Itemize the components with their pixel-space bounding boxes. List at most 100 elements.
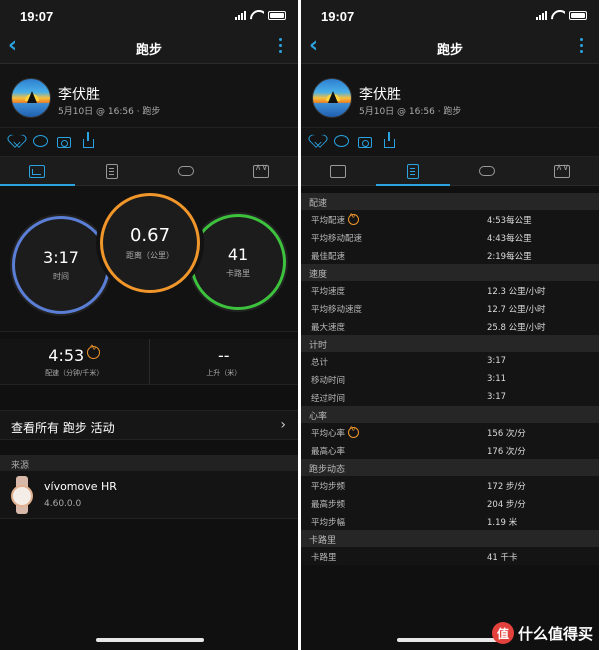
details-row-label: 最高步频 bbox=[311, 498, 345, 510]
details-row-label-text: 平均步幅 bbox=[311, 518, 346, 528]
nav-bar: ‹ 跑步 bbox=[301, 30, 599, 64]
page-title: 跑步 bbox=[135, 43, 162, 58]
pace-stat[interactable]: 4:53 配速（分钟/千米） bbox=[0, 339, 149, 384]
details-row-value: 12.3 公里/小时 bbox=[487, 287, 546, 297]
pace-label: 配速（分钟/千米） bbox=[45, 369, 104, 377]
tab-details[interactable] bbox=[75, 157, 150, 185]
details-row-value: 1.19 米 bbox=[487, 518, 518, 528]
details-row: 最高心率 176 次/分 bbox=[301, 441, 599, 459]
calories-label: 卡路里 bbox=[226, 269, 250, 278]
details-row: 平均步幅 1.19 米 bbox=[301, 512, 599, 530]
pulse-icon bbox=[87, 343, 101, 359]
details-row-value: 25.8 公里/小时 bbox=[487, 323, 546, 333]
view-all-activities[interactable]: 查看所有 跑步 活动 › bbox=[0, 410, 298, 440]
more-options-icon[interactable] bbox=[580, 38, 583, 53]
details-row-label-text: 平均配速 bbox=[311, 216, 346, 226]
details-row: 平均速度 12.3 公里/小时 bbox=[301, 281, 599, 299]
action-bar bbox=[301, 128, 599, 156]
camera-icon[interactable] bbox=[57, 137, 71, 148]
avatar[interactable] bbox=[11, 78, 51, 118]
details-section-header: 速度 bbox=[301, 264, 599, 281]
details-row-value: 204 步/分 bbox=[487, 500, 526, 510]
tab-laps[interactable] bbox=[450, 157, 525, 185]
device-name: vívomove HR bbox=[44, 480, 117, 493]
tab-laps[interactable] bbox=[149, 157, 224, 185]
details-row: 最高步频 204 步/分 bbox=[301, 494, 599, 512]
cellular-signal-icon bbox=[536, 10, 547, 20]
details-row-label: 平均步幅 bbox=[311, 516, 345, 528]
details-section-header: 计时 bbox=[301, 335, 599, 352]
source-device[interactable]: vívomove HR 4.60.0.0 bbox=[0, 471, 298, 519]
details-row-value: 172 步/分 bbox=[487, 482, 526, 492]
camera-icon[interactable] bbox=[358, 137, 372, 148]
ascent-stat[interactable]: -- 上升（米） bbox=[148, 339, 299, 384]
details-row: 总计 3:17 bbox=[301, 352, 599, 370]
details-section-header: 跑步动态 bbox=[301, 459, 599, 476]
details-row-label: 最高心率 bbox=[311, 445, 345, 457]
secondary-stats: 4:53 配速（分钟/千米） -- 上升（米） bbox=[0, 339, 298, 385]
activity-tabs bbox=[301, 156, 599, 186]
user-name: 李伏胜 bbox=[58, 87, 100, 103]
share-icon[interactable] bbox=[384, 132, 395, 148]
tab-details[interactable] bbox=[375, 157, 451, 186]
details-row-label: 卡路里 bbox=[311, 551, 337, 563]
time-circle[interactable]: 3:17 时间 bbox=[12, 216, 110, 314]
time-label: 时间 bbox=[53, 272, 69, 281]
distance-label: 距离（公里） bbox=[126, 251, 174, 260]
action-bar bbox=[0, 128, 298, 156]
distance-circle[interactable]: 0.67 距离（公里） bbox=[100, 193, 200, 293]
comment-icon[interactable] bbox=[33, 135, 48, 147]
details-row: 卡路里 41 千卡 bbox=[301, 547, 599, 565]
activity-tabs bbox=[0, 156, 298, 186]
details-row-label: 经过时间 bbox=[311, 392, 345, 404]
wifi-icon bbox=[551, 10, 565, 20]
details-row: 经过时间 3:17 bbox=[301, 388, 599, 406]
watermark-logo: 值 bbox=[491, 622, 514, 644]
details-row-value: 3:17 bbox=[487, 356, 507, 366]
activity-meta: 5月10日 @ 16:56 · 跑步 bbox=[58, 107, 161, 117]
details-row-label-text: 平均速度 bbox=[311, 287, 346, 297]
details-screen: 19:07 ‹ 跑步 李伏胜 5月10日 @ 16:56 · 跑步 配速平均配速… bbox=[301, 0, 599, 650]
details-row-value: 176 次/分 bbox=[487, 447, 526, 457]
tab-summary[interactable] bbox=[0, 157, 75, 186]
details-row: 平均配速 4:53每公里 bbox=[301, 210, 599, 228]
details-row-value: 156 次/分 bbox=[487, 429, 526, 439]
details-row-label: 平均移动配速 bbox=[311, 232, 362, 244]
tab-charts[interactable] bbox=[525, 157, 600, 185]
like-icon[interactable] bbox=[312, 135, 326, 149]
details-row-value: 4:53每公里 bbox=[487, 216, 532, 226]
like-icon[interactable] bbox=[11, 135, 25, 149]
tab-charts[interactable] bbox=[224, 157, 299, 185]
comment-icon[interactable] bbox=[334, 135, 349, 147]
details-document-icon bbox=[406, 163, 419, 179]
pulse-icon bbox=[348, 424, 360, 438]
calories-circle[interactable]: 41 卡路里 bbox=[190, 214, 286, 310]
view-all-label: 查看所有 跑步 活动 bbox=[11, 421, 115, 435]
details-row-label-text: 平均心率 bbox=[311, 429, 346, 439]
user-name: 李伏胜 bbox=[359, 87, 401, 103]
details-row-value: 4:43每公里 bbox=[487, 234, 532, 244]
home-indicator[interactable] bbox=[397, 638, 505, 642]
avatar[interactable] bbox=[312, 78, 352, 118]
ascent-label: 上升（米） bbox=[206, 369, 242, 377]
battery-icon bbox=[268, 10, 286, 20]
details-row: 平均步频 172 步/分 bbox=[301, 476, 599, 494]
tab-summary[interactable] bbox=[301, 157, 376, 185]
details-document-icon bbox=[105, 163, 118, 179]
details-row-label-text: 最高步频 bbox=[311, 500, 346, 510]
details-section-header: 配速 bbox=[301, 193, 599, 210]
share-icon[interactable] bbox=[83, 132, 94, 148]
more-options-icon[interactable] bbox=[279, 38, 282, 53]
activity-meta: 5月10日 @ 16:56 · 跑步 bbox=[359, 107, 462, 117]
details-row-label-text: 总计 bbox=[311, 358, 329, 368]
details-row-label: 平均配速 bbox=[311, 211, 360, 226]
details-row-value: 2:19每公里 bbox=[487, 252, 532, 262]
activity-header: 李伏胜 5月10日 @ 16:56 · 跑步 bbox=[0, 64, 298, 128]
watch-icon bbox=[9, 476, 35, 514]
home-indicator[interactable] bbox=[96, 638, 204, 642]
details-row-label: 平均心率 bbox=[311, 424, 360, 439]
nav-bar: ‹ 跑步 bbox=[0, 30, 298, 64]
watermark: 值 什么值得买 bbox=[491, 622, 593, 644]
laps-loop-icon bbox=[479, 166, 496, 176]
details-row: 最大速度 25.8 公里/小时 bbox=[301, 317, 599, 335]
